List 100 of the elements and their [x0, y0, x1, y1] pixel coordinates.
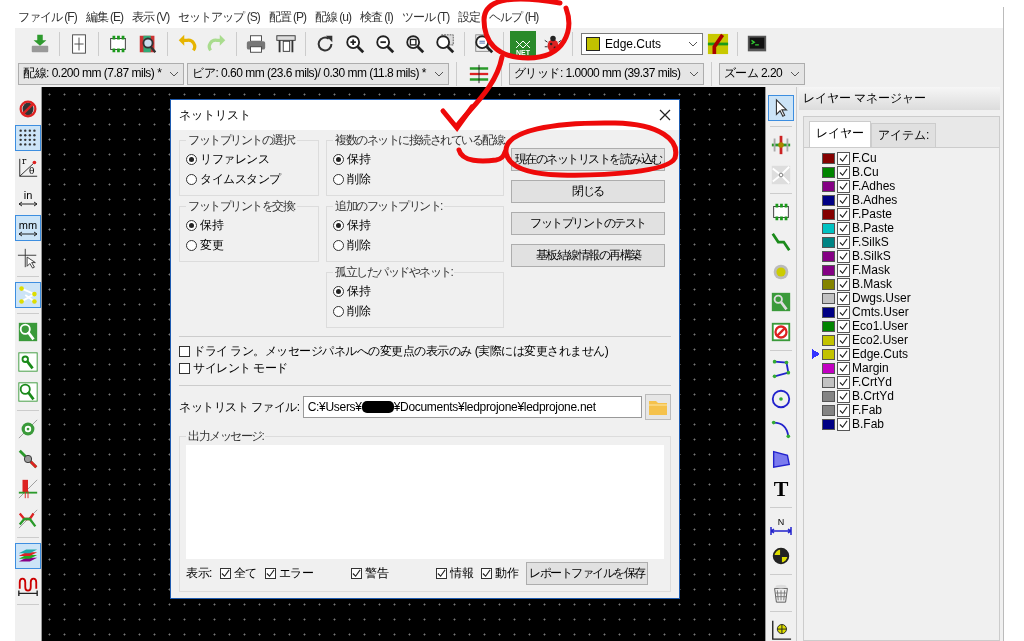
save-report-button[interactable]: レポートファイルを保存 — [526, 561, 648, 585]
radio-button[interactable] — [186, 219, 197, 231]
layer-color-swatch[interactable] — [822, 306, 835, 318]
layer-row[interactable]: B.Paste — [810, 221, 999, 235]
layer-checkbox[interactable] — [837, 193, 850, 207]
layer-checkbox[interactable] — [837, 263, 850, 277]
layer-color-swatch[interactable] — [822, 180, 835, 192]
ratsnest-icon[interactable] — [15, 282, 41, 308]
menu-item[interactable]: ファイル (F) — [18, 9, 77, 26]
layer-checkbox[interactable] — [837, 417, 850, 431]
layer-name[interactable]: F.Paste — [852, 207, 893, 221]
netlist-file-field[interactable]: C:¥Users¥ ¥Documents¥ledprojone¥ledprojone.net — [302, 396, 642, 418]
layer-color-swatch[interactable] — [822, 250, 835, 262]
layer-checkbox[interactable] — [837, 249, 850, 263]
radio-button[interactable] — [333, 173, 344, 185]
layer-color-swatch[interactable] — [822, 418, 835, 430]
layer-checkbox[interactable] — [837, 361, 850, 375]
checkbox[interactable] — [264, 567, 276, 579]
layer-color-swatch[interactable] — [822, 222, 835, 234]
radio-label[interactable]: 削除 — [347, 302, 370, 320]
layer-checkbox[interactable] — [837, 319, 850, 333]
dialog-button[interactable]: 基板結線情報の再構築 — [511, 244, 665, 267]
checkbox[interactable] — [219, 567, 231, 579]
layer-row[interactable]: B.Cu — [810, 165, 999, 179]
grid-icon[interactable] — [15, 125, 41, 151]
dialog-button[interactable]: 閉じる — [511, 180, 665, 203]
layer-checkbox[interactable] — [837, 207, 850, 221]
layer-name[interactable]: Dwgs.User — [852, 291, 911, 305]
layer-row[interactable]: F.CrtYd — [810, 375, 999, 389]
layer-checkbox[interactable] — [837, 165, 850, 179]
units-button[interactable]: mm — [15, 215, 41, 241]
tab[interactable]: アイテム: — [871, 123, 937, 147]
layer-color-swatch[interactable] — [822, 292, 835, 304]
grid-dropdown[interactable]: グリッド: 1.0000 mm (39.37 mils) — [508, 62, 704, 85]
radio-button[interactable] — [186, 239, 197, 251]
layer-color-swatch[interactable] — [822, 362, 835, 374]
layer-checkbox[interactable] — [837, 347, 850, 361]
layer-color-swatch[interactable] — [822, 320, 835, 332]
units-button[interactable]: in — [15, 185, 41, 211]
layer-row[interactable]: B.CrtYd — [810, 389, 999, 403]
layer-checkbox[interactable] — [837, 179, 850, 193]
layer-color-swatch[interactable] — [822, 348, 835, 360]
layer-row[interactable]: F.SilkS — [810, 235, 999, 249]
layer-name[interactable]: F.SilkS — [852, 235, 889, 249]
radio-button[interactable] — [333, 285, 344, 297]
radio-label[interactable]: 保持 — [347, 282, 370, 300]
layer-name[interactable]: Eco1.User — [852, 319, 909, 333]
layer-checkbox[interactable] — [837, 305, 850, 319]
checkbox-label[interactable]: 全て — [233, 564, 257, 582]
layer-name[interactable]: B.Mask — [852, 277, 892, 291]
pointer-icon[interactable] — [768, 95, 794, 121]
radio-button[interactable] — [333, 239, 344, 251]
text-tool-button[interactable]: T — [768, 476, 794, 502]
layer-name[interactable]: B.Cu — [852, 165, 879, 179]
menu-item[interactable]: ツール (T) — [401, 9, 450, 26]
dialog-button[interactable]: 現在のネットリストを読み込む — [511, 148, 665, 171]
layer-name[interactable]: Edge.Cuts — [852, 347, 909, 361]
layer-row[interactable]: Eco1.User — [810, 319, 999, 333]
layer-dropdown[interactable]: Edge.Cuts — [581, 33, 703, 55]
close-icon[interactable] — [659, 109, 671, 121]
menu-item[interactable]: 検査 (I) — [360, 9, 393, 26]
layer-row[interactable]: Margin — [810, 361, 999, 375]
checkbox-label[interactable]: エラー — [278, 564, 314, 582]
checkbox[interactable] — [481, 567, 493, 579]
pad-outline-icon[interactable] — [15, 379, 41, 405]
layer-row[interactable]: Cmts.User — [810, 305, 999, 319]
layer-color-swatch[interactable] — [822, 334, 835, 346]
layer-name[interactable]: B.Paste — [852, 221, 895, 235]
layer-row[interactable]: F.Mask — [810, 263, 999, 277]
menu-item[interactable]: 配置 (P) — [268, 9, 307, 26]
layer-checkbox[interactable] — [837, 389, 850, 403]
layer-checkbox[interactable] — [837, 235, 850, 249]
layer-name[interactable]: B.CrtYd — [852, 389, 894, 403]
layer-row[interactable]: Eco2.User — [810, 333, 999, 347]
layer-name[interactable]: F.Mask — [852, 263, 890, 277]
radio-button[interactable] — [186, 173, 197, 185]
layer-name[interactable]: Margin — [852, 361, 889, 375]
radio-button[interactable] — [333, 305, 344, 317]
layer-checkbox[interactable] — [837, 277, 850, 291]
checkbox[interactable] — [179, 363, 190, 374]
radio-label[interactable]: 保持 — [347, 150, 370, 168]
radio-label[interactable]: 保持 — [347, 216, 370, 234]
menu-item[interactable]: ヘルプ (H) — [489, 9, 539, 26]
radio-label[interactable]: 削除 — [347, 170, 370, 188]
checkbox[interactable] — [436, 567, 448, 579]
radio-label[interactable]: タイムスタンプ — [200, 170, 281, 188]
radio-label[interactable]: リファレンス — [200, 150, 269, 168]
layer-color-swatch[interactable] — [822, 376, 835, 388]
layer-name[interactable]: F.Fab — [852, 403, 882, 417]
layer-color-swatch[interactable] — [822, 264, 835, 276]
radio-button[interactable] — [186, 153, 197, 165]
layer-pair-icon[interactable] — [705, 31, 731, 57]
checkbox-label[interactable]: 動作 — [495, 564, 519, 582]
checkbox-label[interactable]: 情報 — [450, 564, 474, 582]
layer-row[interactable]: B.SilkS — [810, 249, 999, 263]
layer-row[interactable]: F.Cu — [810, 151, 999, 165]
layer-name[interactable]: Cmts.User — [852, 305, 909, 319]
layer-row[interactable]: F.Paste — [810, 207, 999, 221]
radio-label[interactable]: 削除 — [347, 236, 370, 254]
layer-name[interactable]: B.Adhes — [852, 193, 898, 207]
